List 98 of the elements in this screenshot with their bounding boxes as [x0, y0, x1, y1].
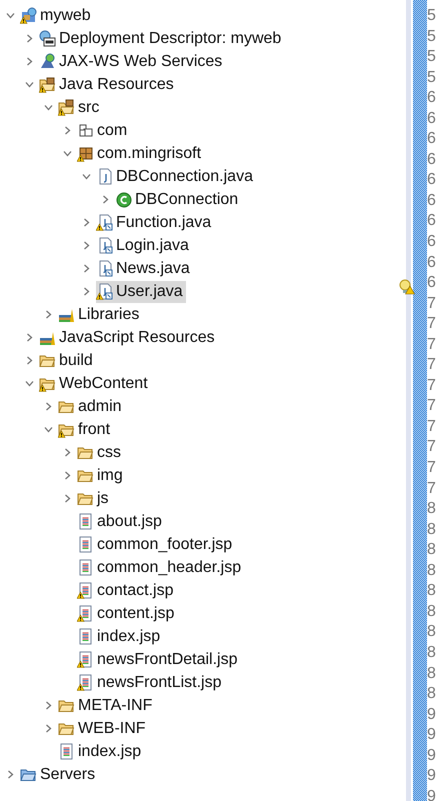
- tree-item[interactable]: contact.jsp: [77, 580, 176, 602]
- line-number: 7: [427, 334, 436, 355]
- line-number: 6: [427, 190, 436, 211]
- line-number: 7: [427, 396, 436, 416]
- line-number: 6: [427, 252, 436, 273]
- collapse-chevron-icon[interactable]: [6, 11, 15, 20]
- line-number: 7: [427, 355, 436, 376]
- tree-item[interactable]: common_footer.jsp: [77, 534, 236, 556]
- tree-item[interactable]: about.jsp: [77, 510, 165, 532]
- expand-chevron-icon[interactable]: [82, 241, 91, 250]
- tree-item[interactable]: newsFrontList.jsp: [77, 672, 224, 694]
- collapse-chevron-icon[interactable]: [82, 172, 91, 181]
- line-number: 5: [427, 68, 436, 88]
- line-number: 8: [427, 684, 436, 704]
- tree-item[interactable]: Java Resources: [39, 74, 177, 96]
- tree-item[interactable]: com.mingrisoft: [77, 142, 204, 164]
- collapse-chevron-icon[interactable]: [25, 379, 34, 388]
- line-number: 8: [427, 664, 436, 684]
- tree-item[interactable]: DBConnection: [115, 188, 242, 210]
- line-number: 5: [427, 26, 436, 47]
- tree-item[interactable]: Libraries: [58, 304, 142, 326]
- collapse-chevron-icon[interactable]: [25, 80, 34, 89]
- expand-chevron-icon[interactable]: [82, 218, 91, 227]
- collapse-chevron-icon[interactable]: [63, 149, 72, 158]
- line-number: 9: [427, 786, 436, 801]
- tree-item[interactable]: WebContent: [39, 372, 151, 394]
- line-number: 8: [427, 520, 436, 540]
- tree-item[interactable]: DBConnection.java: [96, 166, 256, 188]
- line-number: 6: [427, 150, 436, 170]
- expand-chevron-icon[interactable]: [63, 471, 72, 480]
- line-number: 6: [427, 211, 436, 232]
- expand-chevron-icon[interactable]: [25, 333, 34, 342]
- tree-item[interactable]: content.jsp: [77, 602, 178, 624]
- line-number: 7: [427, 458, 436, 478]
- expand-chevron-icon[interactable]: [82, 264, 91, 273]
- line-number: 6: [427, 232, 436, 252]
- line-number: 6: [427, 88, 436, 108]
- expand-chevron-icon[interactable]: [25, 34, 34, 43]
- line-number: 7: [427, 437, 436, 458]
- tree-item[interactable]: css: [77, 442, 124, 464]
- line-number: 9: [427, 725, 436, 746]
- expand-chevron-icon[interactable]: [63, 448, 72, 457]
- line-number: 7: [427, 416, 436, 437]
- line-number: 8: [427, 560, 436, 581]
- line-number: 9: [427, 704, 436, 725]
- tree-item[interactable]: index.jsp: [58, 740, 144, 762]
- line-number: 7: [427, 478, 436, 499]
- tree-item[interactable]: Deployment Descriptor: myweb: [39, 28, 284, 50]
- tree-item[interactable]: JavaScript Resources: [39, 326, 218, 348]
- line-number: 8: [427, 581, 436, 602]
- tree-item[interactable]: src: [58, 96, 102, 118]
- tree-item[interactable]: Servers: [20, 764, 98, 786]
- line-number: 8: [427, 499, 436, 520]
- tree-item[interactable]: myweb: [20, 4, 94, 26]
- expand-chevron-icon[interactable]: [25, 356, 34, 365]
- tree-item[interactable]: com: [77, 120, 130, 142]
- tree-item[interactable]: front: [58, 418, 114, 440]
- tree-item[interactable]: WEB-INF: [58, 718, 149, 740]
- line-number: 9: [427, 766, 436, 786]
- expand-chevron-icon[interactable]: [44, 724, 53, 733]
- tree-item[interactable]: News.java: [96, 258, 193, 280]
- tree-item[interactable]: admin: [58, 396, 125, 418]
- expand-chevron-icon[interactable]: [25, 57, 34, 66]
- tree-item[interactable]: img: [77, 464, 126, 486]
- expand-chevron-icon[interactable]: [101, 195, 110, 204]
- line-number: 6: [427, 273, 436, 294]
- expand-chevron-icon[interactable]: [6, 770, 15, 779]
- expand-chevron-icon[interactable]: [44, 310, 53, 319]
- line-number: 6: [427, 108, 436, 129]
- collapse-chevron-icon[interactable]: [44, 103, 53, 112]
- tree-item[interactable]: Function.java: [96, 212, 214, 234]
- expand-chevron-icon[interactable]: [44, 402, 53, 411]
- tree-item[interactable]: build: [39, 350, 96, 372]
- line-number: 9: [427, 746, 436, 766]
- tree-item[interactable]: js: [77, 488, 112, 510]
- tree-item[interactable]: META-INF: [58, 694, 156, 716]
- expand-chevron-icon[interactable]: [82, 287, 91, 296]
- line-number: 6: [427, 129, 436, 150]
- line-number: 7: [427, 294, 436, 314]
- line-number: 5: [427, 47, 436, 68]
- expand-chevron-icon[interactable]: [44, 701, 53, 710]
- line-number: 8: [427, 622, 436, 642]
- tree-item[interactable]: common_header.jsp: [77, 556, 244, 578]
- line-number: 8: [427, 540, 436, 560]
- expand-chevron-icon[interactable]: [63, 494, 72, 503]
- line-number: 8: [427, 602, 436, 622]
- line-number: 5: [427, 6, 436, 26]
- tree-item[interactable]: Login.java: [96, 234, 192, 256]
- line-number: 7: [427, 376, 436, 396]
- tree-item[interactable]: JAX-WS Web Services: [39, 50, 226, 72]
- line-number: 8: [427, 642, 436, 663]
- tree-item[interactable]: newsFrontDetail.jsp: [77, 648, 240, 670]
- expand-chevron-icon[interactable]: [63, 126, 72, 135]
- line-number: 7: [427, 314, 436, 334]
- tree-item[interactable]: index.jsp: [77, 626, 164, 648]
- tree-item[interactable]: User.java: [96, 280, 186, 302]
- collapse-chevron-icon[interactable]: [44, 425, 53, 434]
- line-number: 6: [427, 170, 436, 190]
